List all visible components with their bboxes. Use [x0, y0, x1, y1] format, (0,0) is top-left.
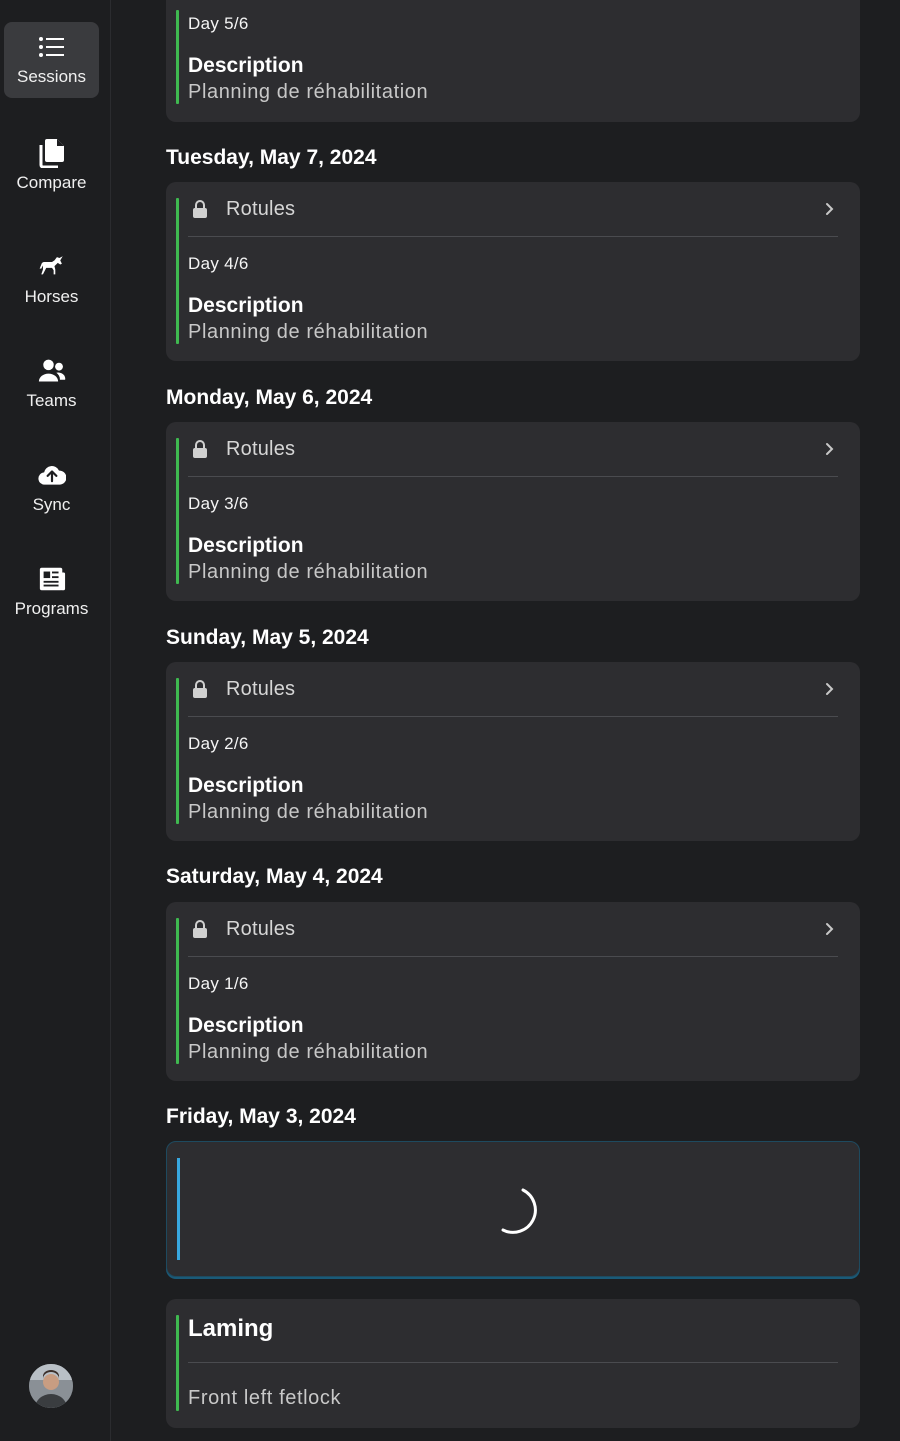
session-header[interactable]: Rotules — [188, 662, 838, 717]
description-text: Planning de réhabilitation — [188, 321, 429, 343]
horse-icon — [38, 253, 66, 281]
session-color-bar — [176, 678, 179, 824]
session-header[interactable]: Rotules — [188, 422, 838, 477]
session-card[interactable]: Rotules Day 4/6 Description Planning de … — [166, 182, 860, 361]
lock-icon — [193, 440, 207, 458]
divider — [188, 1362, 838, 1363]
session-header[interactable]: Rotules — [188, 902, 838, 957]
date-heading: Tuesday, May 7, 2024 — [166, 146, 377, 169]
description-label: Description — [188, 534, 304, 557]
description-label: Description — [188, 1014, 304, 1037]
description-text: Planning de réhabilitation — [188, 1041, 429, 1063]
session-day: Day 3/6 — [188, 494, 249, 513]
laming-card[interactable]: Laming Front left fetlock — [166, 1299, 860, 1428]
loading-spinner-icon — [501, 1188, 537, 1234]
sidebar-item-label: Sessions — [17, 67, 86, 86]
newspaper-icon — [38, 565, 66, 593]
session-color-bar — [176, 438, 179, 584]
date-heading: Friday, May 3, 2024 — [166, 1105, 356, 1128]
users-icon — [38, 357, 66, 385]
sidebar-item-label: Compare — [16, 173, 87, 192]
session-header[interactable]: Rotules — [188, 182, 838, 237]
sidebar-item-sessions[interactable]: Sessions — [4, 22, 99, 98]
session-color-bar — [176, 918, 179, 1064]
sidebar-item-label: Teams — [26, 391, 77, 410]
cloud-upload-icon — [37, 461, 66, 489]
sidebar-item-programs[interactable]: Programs — [4, 554, 99, 630]
session-title: Rotules — [226, 917, 296, 940]
sidebar-item-horses[interactable]: Horses — [4, 242, 99, 318]
sidebar-item-label: Programs — [14, 599, 89, 618]
date-heading: Monday, May 6, 2024 — [166, 386, 373, 409]
session-color-bar — [176, 198, 179, 344]
lock-icon — [193, 920, 207, 938]
sidebar-item-sync[interactable]: Sync — [4, 450, 99, 526]
session-day: Day 4/6 — [188, 254, 249, 273]
session-card[interactable]: Day 5/6 Description Planning de réhabili… — [166, 0, 860, 122]
sidebar-item-compare[interactable]: Compare — [4, 128, 99, 204]
session-card[interactable]: Rotules Day 3/6 Description Planning de … — [166, 422, 860, 601]
list-icon — [38, 33, 66, 61]
session-day: Day 5/6 — [188, 14, 249, 33]
session-title: Rotules — [226, 197, 296, 220]
sidebar-item-teams[interactable]: Teams — [4, 346, 99, 422]
chevron-right-icon[interactable] — [822, 682, 836, 696]
session-title: Rotules — [226, 677, 296, 700]
session-day: Day 2/6 — [188, 734, 249, 753]
sidebar-item-label: Sync — [32, 495, 71, 514]
laming-title: Laming — [188, 1315, 274, 1342]
chevron-right-icon[interactable] — [822, 922, 836, 936]
session-card[interactable]: Rotules Day 2/6 Description Planning de … — [166, 662, 860, 841]
sessions-list: Day 5/6 Description Planning de réhabili… — [111, 0, 900, 1441]
session-card[interactable]: Rotules Day 1/6 Description Planning de … — [166, 902, 860, 1081]
chevron-right-icon[interactable] — [822, 202, 836, 216]
date-heading: Sunday, May 5, 2024 — [166, 626, 369, 649]
session-color-bar — [177, 1158, 180, 1260]
avatar[interactable] — [29, 1364, 73, 1408]
loading-session-card[interactable] — [166, 1141, 860, 1277]
description-label: Description — [188, 774, 304, 797]
description-label: Description — [188, 54, 304, 77]
lock-icon — [193, 200, 207, 218]
description-label: Description — [188, 294, 304, 317]
description-text: Planning de réhabilitation — [188, 801, 429, 823]
laming-location: Front left fetlock — [188, 1387, 342, 1409]
session-color-bar — [176, 1315, 179, 1411]
lock-icon — [193, 680, 207, 698]
description-text: Planning de réhabilitation — [188, 81, 429, 103]
app-root: Sessions Compare Horses Teams Sync Progr… — [0, 0, 900, 1441]
description-text: Planning de réhabilitation — [188, 561, 429, 583]
sidebar-item-label: Horses — [24, 287, 79, 306]
session-day: Day 1/6 — [188, 974, 249, 993]
session-color-bar — [176, 10, 179, 104]
sidebar: Sessions Compare Horses Teams Sync Progr… — [0, 0, 111, 1441]
chevron-right-icon[interactable] — [822, 442, 836, 456]
date-heading: Saturday, May 4, 2024 — [166, 865, 383, 888]
documents-icon — [38, 139, 66, 168]
session-title: Rotules — [226, 437, 296, 460]
